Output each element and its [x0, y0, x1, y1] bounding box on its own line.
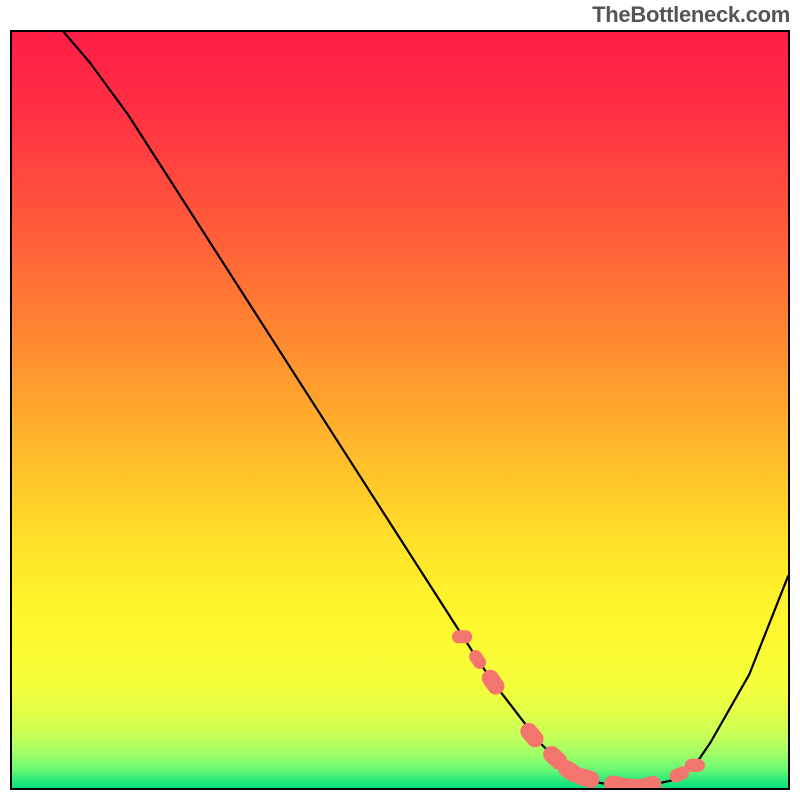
chart-stage: TheBottleneck.com	[0, 0, 800, 800]
background-gradient	[12, 32, 788, 788]
watermark-text: TheBottleneck.com	[592, 2, 790, 28]
plot-area	[10, 30, 790, 790]
